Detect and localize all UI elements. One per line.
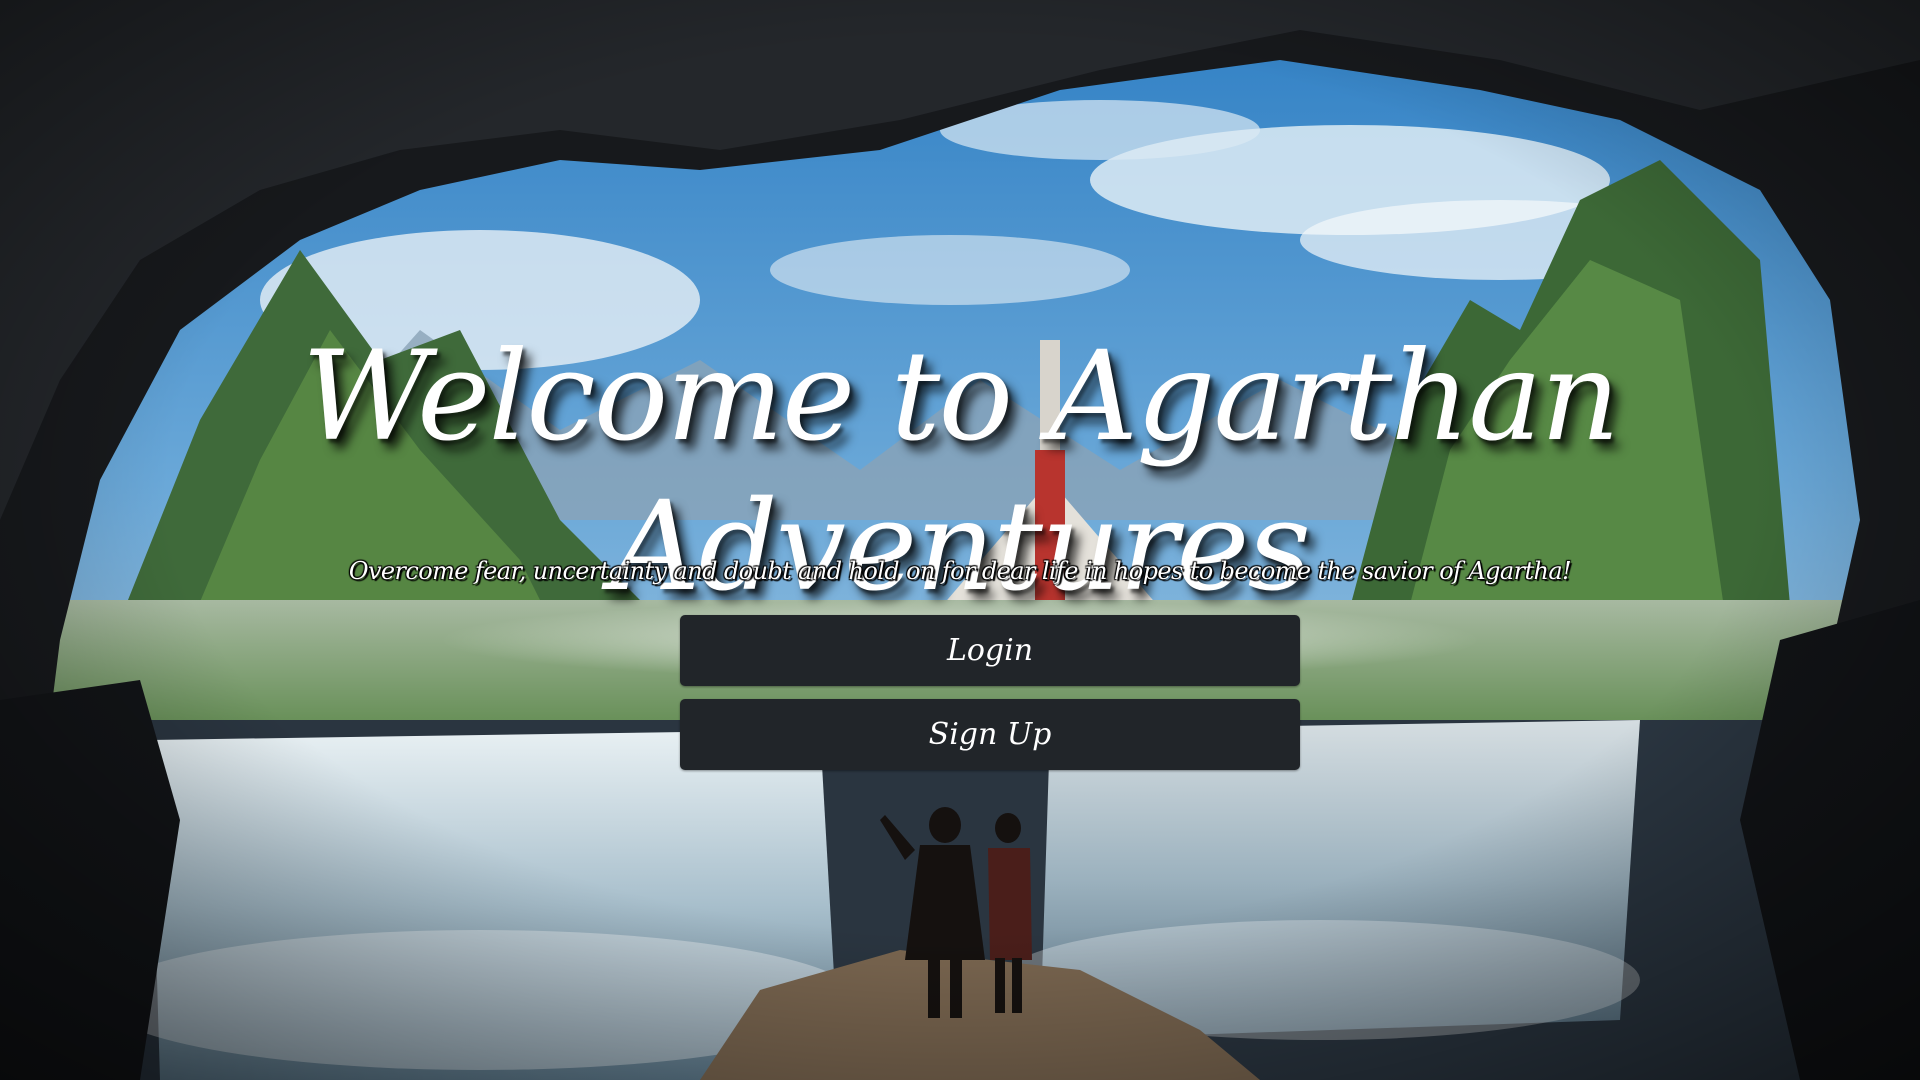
hero-section: Welcome to Agarthan Adventures Overcome … xyxy=(0,0,1920,1080)
login-button[interactable]: Login xyxy=(680,615,1300,686)
signup-button[interactable]: Sign Up xyxy=(680,699,1300,770)
landing-page: Welcome to Agarthan Adventures Overcome … xyxy=(0,0,1920,1080)
tagline: Overcome fear, uncertainty and doubt and… xyxy=(348,557,1572,585)
